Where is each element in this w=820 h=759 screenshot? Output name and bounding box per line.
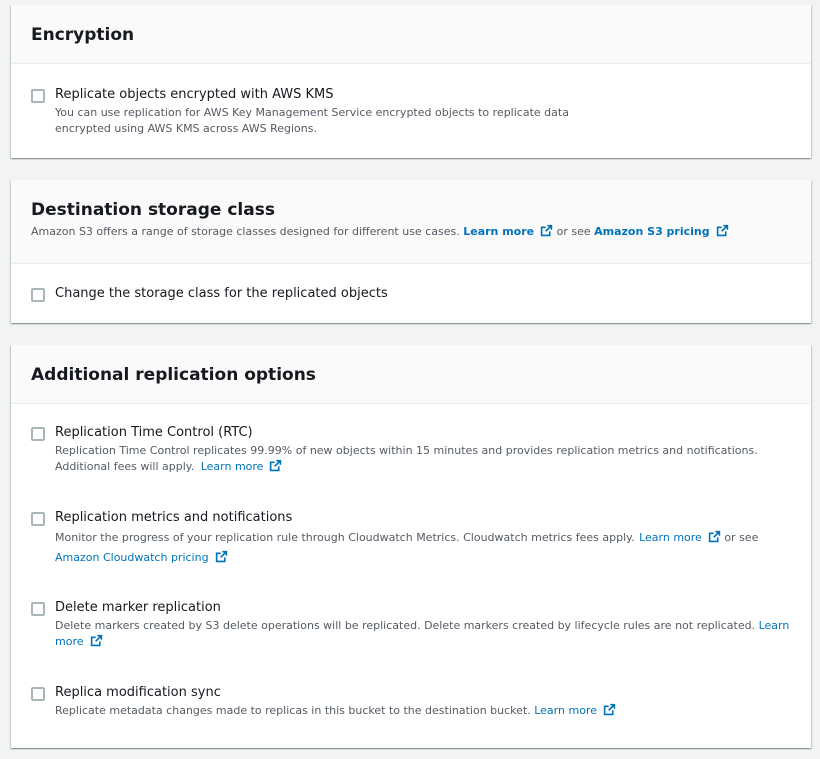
external-link-icon xyxy=(708,530,721,543)
replica-sync-label: Replica modification sync xyxy=(55,685,221,700)
rtc-checkbox[interactable] xyxy=(31,427,45,441)
encryption-title: Encryption xyxy=(31,25,135,45)
external-link-icon xyxy=(215,550,228,563)
replica-sync-learn-more-link[interactable]: Learn more xyxy=(534,704,616,717)
replica-sync-checkbox[interactable] xyxy=(31,687,45,701)
additional-options-header: Additional replication options xyxy=(11,345,811,404)
kms-desc-line2: encrypted using AWS KMS across AWS Regio… xyxy=(55,122,317,135)
delete-marker-desc-text: Delete markers created by S3 delete oper… xyxy=(55,619,756,632)
delete-marker-checkbox[interactable] xyxy=(31,602,45,616)
kms-checkbox[interactable] xyxy=(31,89,45,103)
additional-options-title: Additional replication options xyxy=(31,365,316,385)
metrics-or-see: or see xyxy=(724,531,759,544)
replica-sync-desc-text: Replicate metadata changes made to repli… xyxy=(55,704,531,717)
kms-description: You can use replication for AWS Key Mana… xyxy=(55,105,569,137)
metrics-desc-text: Monitor the progress of your replication… xyxy=(55,531,635,544)
external-link-icon xyxy=(269,459,282,472)
s3-pricing-link[interactable]: Amazon S3 pricing xyxy=(594,225,729,238)
rtc-desc-line2: Additional fees will apply. xyxy=(55,460,195,473)
external-link-icon xyxy=(603,703,616,716)
storage-class-description: Amazon S3 offers a range of storage clas… xyxy=(31,224,791,240)
external-link-icon xyxy=(90,634,103,647)
storage-learn-more-link[interactable]: Learn more xyxy=(463,225,553,238)
kms-desc-line1: You can use replication for AWS Key Mana… xyxy=(55,106,569,119)
delete-marker-label: Delete marker replication xyxy=(55,600,221,615)
additional-options-panel: Additional replication options Replicati… xyxy=(11,345,811,748)
delete-marker-learn-more-link-part1[interactable]: Learn xyxy=(759,619,790,632)
delete-marker-learn-more-link[interactable]: more xyxy=(55,635,103,648)
storage-class-title: Destination storage class xyxy=(31,200,275,220)
metrics-learn-more-link[interactable]: Learn more xyxy=(639,531,721,544)
metrics-description: Monitor the progress of your replication… xyxy=(55,528,775,568)
replica-sync-description: Replicate metadata changes made to repli… xyxy=(55,703,775,719)
rtc-label: Replication Time Control (RTC) xyxy=(55,425,253,440)
metrics-label: Replication metrics and notifications xyxy=(55,510,293,525)
rtc-desc-line1: Replication Time Control replicates 99.9… xyxy=(55,444,758,457)
rtc-learn-more-link[interactable]: Learn more xyxy=(201,460,283,473)
rtc-description: Replication Time Control replicates 99.9… xyxy=(55,443,775,475)
storage-class-checkbox[interactable] xyxy=(31,288,45,302)
metrics-checkbox[interactable] xyxy=(31,512,45,526)
storage-class-label: Change the storage class for the replica… xyxy=(55,286,388,301)
kms-label: Replicate objects encrypted with AWS KMS xyxy=(55,87,334,102)
external-link-icon xyxy=(540,224,553,237)
external-link-icon xyxy=(716,224,729,237)
encryption-panel: Encryption Replicate objects encrypted w… xyxy=(11,5,811,158)
storage-class-panel: Destination storage class Amazon S3 offe… xyxy=(11,180,811,323)
storage-or-see: or see xyxy=(556,225,591,238)
storage-class-desc-text: Amazon S3 offers a range of storage clas… xyxy=(31,225,460,238)
delete-marker-description: Delete markers created by S3 delete oper… xyxy=(55,618,789,650)
storage-class-header: Destination storage class Amazon S3 offe… xyxy=(11,180,811,264)
cloudwatch-pricing-link[interactable]: Amazon Cloudwatch pricing xyxy=(55,551,228,564)
encryption-header: Encryption xyxy=(11,5,811,64)
